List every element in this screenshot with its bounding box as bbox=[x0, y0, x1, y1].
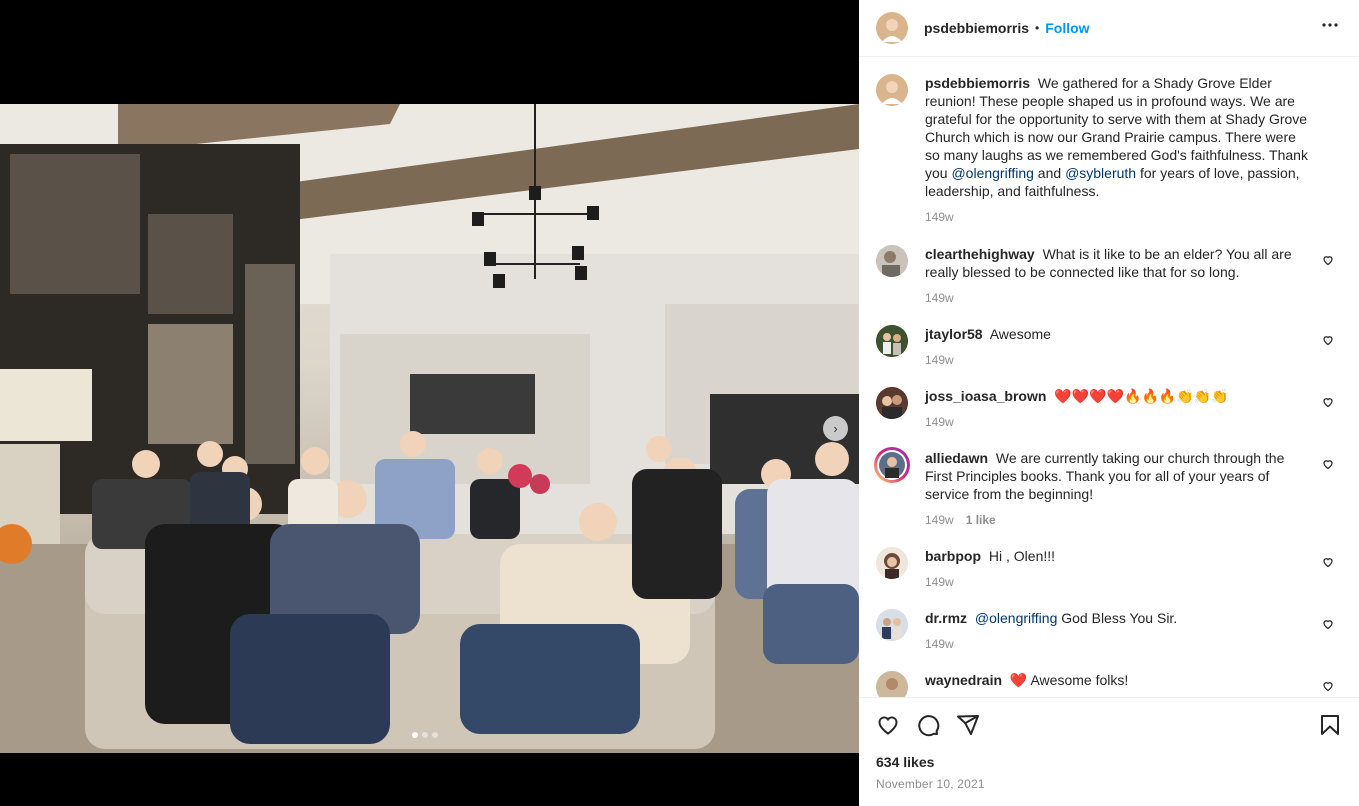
share-icon[interactable] bbox=[956, 713, 980, 737]
comment-icon[interactable] bbox=[916, 713, 940, 737]
comment-item: jtaylor58 Awesome 149w bbox=[876, 325, 1342, 367]
comment-timestamp[interactable]: 149w bbox=[925, 637, 954, 651]
comment-text: ❤️❤️❤️❤️🔥🔥🔥👏👏👏 bbox=[1054, 388, 1229, 404]
comment-username[interactable]: waynedrain bbox=[925, 672, 1002, 688]
comment-item: clearthehighway What is it like to be an… bbox=[876, 245, 1342, 305]
post-caption: psdebbiemorris We gathered for a Shady G… bbox=[876, 74, 1342, 224]
comment-username[interactable]: alliedawn bbox=[925, 450, 988, 466]
comment-item: barbpop Hi , Olen!!! 149w bbox=[876, 547, 1342, 589]
follow-button[interactable]: Follow bbox=[1045, 20, 1089, 36]
likes-count[interactable]: 634 likes bbox=[876, 754, 1342, 770]
comment-item: joss_ioasa_brown ❤️❤️❤️❤️🔥🔥🔥👏👏👏 149w bbox=[876, 387, 1342, 429]
caption-text: and bbox=[1033, 165, 1066, 181]
caption-mention[interactable]: @olengriffing bbox=[951, 165, 1033, 181]
comment-item: dr.rmz @olengriffing God Bless You Sir. … bbox=[876, 609, 1342, 651]
comment-username[interactable]: jtaylor58 bbox=[925, 326, 983, 342]
comment-text: Awesome bbox=[989, 326, 1051, 342]
author-username[interactable]: psdebbiemorris bbox=[924, 20, 1029, 36]
heart-outline-icon[interactable] bbox=[1322, 253, 1334, 271]
commenter-avatar[interactable] bbox=[876, 325, 908, 357]
comment-item: alliedawn We are currently taking our ch… bbox=[874, 447, 1342, 527]
comments-list[interactable]: psdebbiemorris We gathered for a Shady G… bbox=[859, 58, 1359, 697]
caption-mention[interactable]: @sybleruth bbox=[1065, 165, 1136, 181]
post-media: › bbox=[0, 0, 859, 806]
commenter-avatar-story[interactable] bbox=[874, 447, 910, 483]
heart-outline-icon[interactable] bbox=[1322, 457, 1334, 475]
comment-mention[interactable]: @olengriffing bbox=[975, 610, 1057, 626]
carousel-indicator bbox=[412, 732, 438, 738]
carousel-dot bbox=[422, 732, 428, 738]
comment-username[interactable]: joss_ioasa_brown bbox=[925, 388, 1046, 404]
action-bar bbox=[876, 698, 1342, 752]
comment-item: waynedrain ❤️ Awesome folks! 149w bbox=[876, 671, 1342, 697]
heart-outline-icon[interactable] bbox=[1322, 395, 1334, 413]
heart-outline-icon[interactable] bbox=[1322, 333, 1334, 351]
carousel-dot bbox=[412, 732, 418, 738]
caption-avatar[interactable] bbox=[876, 74, 908, 106]
comment-timestamp[interactable]: 149w bbox=[925, 513, 954, 527]
comment-timestamp[interactable]: 149w bbox=[925, 575, 954, 589]
commenter-avatar[interactable] bbox=[876, 387, 908, 419]
comment-username[interactable]: clearthehighway bbox=[925, 246, 1035, 262]
comment-timestamp[interactable]: 149w bbox=[925, 415, 954, 429]
comment-likes[interactable]: 1 like bbox=[966, 513, 996, 527]
comment-timestamp[interactable]: 149w bbox=[925, 291, 954, 305]
commenter-avatar[interactable] bbox=[876, 671, 908, 697]
caption-username[interactable]: psdebbiemorris bbox=[925, 75, 1030, 91]
heart-icon[interactable] bbox=[876, 713, 900, 737]
heart-outline-icon[interactable] bbox=[1322, 679, 1334, 697]
commenter-avatar[interactable] bbox=[876, 547, 908, 579]
commenter-avatar[interactable] bbox=[876, 609, 908, 641]
post-photo[interactable] bbox=[0, 104, 859, 753]
carousel-next-button[interactable]: › bbox=[823, 416, 848, 441]
comment-text: God Bless You Sir. bbox=[1057, 610, 1178, 626]
commenter-avatar[interactable] bbox=[876, 245, 908, 277]
heart-outline-icon[interactable] bbox=[1322, 617, 1334, 635]
caption-timestamp[interactable]: 149w bbox=[925, 210, 954, 224]
carousel-dot bbox=[432, 732, 438, 738]
post-date[interactable]: November 10, 2021 bbox=[876, 777, 1342, 791]
post-header: psdebbiemorris • Follow bbox=[859, 0, 1359, 57]
comment-username[interactable]: barbpop bbox=[925, 548, 981, 564]
heart-outline-icon[interactable] bbox=[1322, 555, 1334, 573]
post-footer: 634 likes November 10, 2021 bbox=[859, 697, 1359, 806]
photo-illustration bbox=[0, 104, 859, 753]
bookmark-icon[interactable] bbox=[1318, 713, 1342, 737]
comment-text: Hi , Olen!!! bbox=[988, 548, 1056, 564]
author-avatar[interactable] bbox=[876, 12, 908, 44]
chevron-right-icon: › bbox=[833, 421, 838, 436]
more-icon[interactable] bbox=[1318, 13, 1342, 43]
comment-username[interactable]: dr.rmz bbox=[925, 610, 967, 626]
post-side-panel: psdebbiemorris • Follow psdebbiemorris W… bbox=[859, 0, 1359, 806]
separator-dot: • bbox=[1035, 21, 1040, 35]
comment-timestamp[interactable]: 149w bbox=[925, 353, 954, 367]
comment-text: ❤️ Awesome folks! bbox=[1009, 672, 1129, 688]
